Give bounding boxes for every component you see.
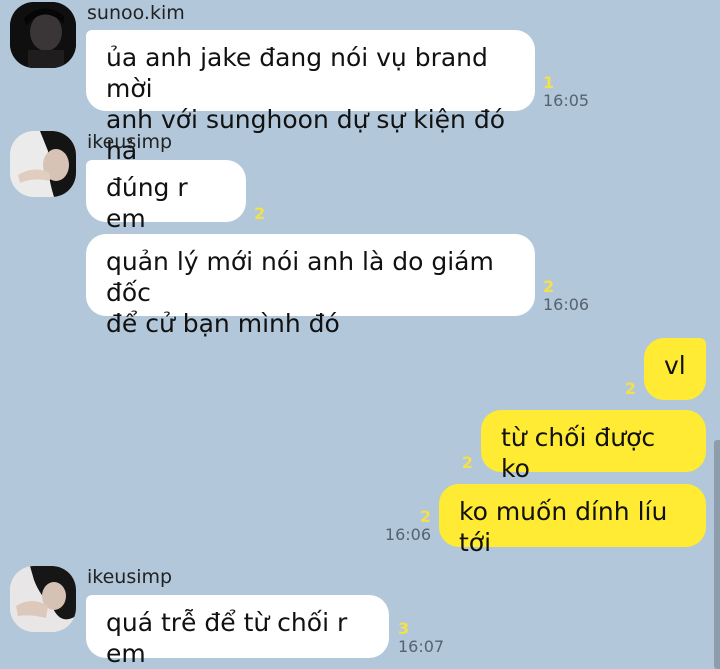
avatar-sunoo-kim[interactable] [10, 2, 76, 68]
message-time: 16:06 [384, 525, 431, 544]
message-bubble-incoming[interactable]: quản lý mới nói anh là do giám đốc để cử… [86, 234, 535, 338]
unread-count: 2 [543, 277, 555, 296]
message-bubble-outgoing[interactable]: ko muốn dính líu tới [439, 484, 706, 557]
message-bubble-outgoing[interactable]: từ chối được ko [481, 410, 706, 483]
message-meta: 2 16:06 [543, 278, 589, 314]
profile-photo-icon [10, 566, 76, 632]
sender-name: ikeusimp [87, 566, 173, 588]
sender-name: sunoo.kim [87, 2, 185, 24]
message-meta: 3 16:07 [398, 620, 444, 656]
message-meta: 1 16:05 [543, 74, 589, 110]
unread-count: 3 [398, 619, 410, 638]
avatar-ikeusimp[interactable] [10, 566, 76, 632]
message-bubble-incoming[interactable]: đúng r em [86, 160, 246, 233]
unread-count: 2 [624, 379, 636, 398]
unread-count: 2 [419, 507, 431, 526]
message-meta: 2 16:06 [384, 508, 431, 544]
message-time: 16:05 [543, 91, 590, 110]
message-meta: 2 [600, 380, 636, 398]
unread-count: 1 [543, 73, 555, 92]
unread-count: 2 [254, 204, 266, 223]
message-meta: 2 [254, 205, 265, 223]
message-bubble-incoming[interactable]: quá trễ để từ chối r em [86, 595, 389, 668]
sender-name: ikeusimp [87, 131, 173, 153]
message-bubble-outgoing[interactable]: vl [644, 338, 706, 400]
profile-photo-icon [10, 131, 76, 197]
message-time: 16:06 [543, 295, 590, 314]
avatar-ikeusimp[interactable] [10, 131, 76, 197]
message-bubble-incoming[interactable]: ủa anh jake đang nói vụ brand mời anh vớ… [86, 30, 535, 165]
unread-count: 2 [461, 453, 473, 472]
scrollbar[interactable] [714, 440, 720, 669]
message-time: 16:07 [398, 637, 445, 656]
message-meta: 2 [436, 454, 473, 472]
profile-photo-icon [10, 2, 76, 68]
